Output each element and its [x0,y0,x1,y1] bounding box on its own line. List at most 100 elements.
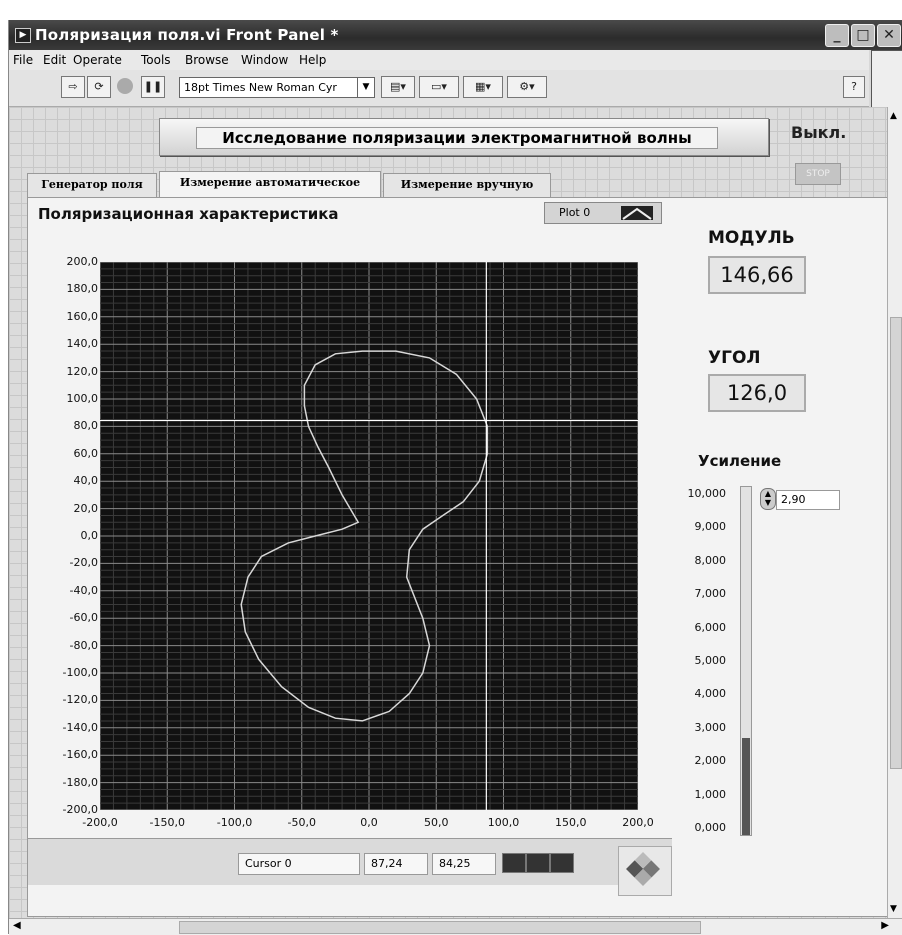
y-tick-label: 40,0 [73,474,99,488]
labview-window: ▶ Поляризация поля.vi Front Panel * _ □ … [8,20,902,935]
y-tick-label: 180,0 [66,282,99,296]
menu-file[interactable]: File [13,53,33,67]
x-tick-label: -200,0 [82,816,118,829]
gain-tick-label: 8,000 [694,553,727,567]
y-tick-label: 60,0 [73,446,99,460]
cursor-navigator-icon[interactable] [626,852,660,886]
title-button[interactable]: Исследование поляризации электромагнитно… [159,118,769,156]
cursor-move-icon[interactable] [502,853,526,873]
modul-indicator: 146,66 [708,256,806,294]
y-tick-label: -80,0 [69,638,98,652]
scroll-up-icon[interactable]: ▲ [890,111,897,121]
gain-slider-track[interactable] [740,486,752,836]
window-title: Поляризация поля.vi Front Panel * [35,26,339,44]
y-tick-label: 120,0 [66,364,99,378]
maximize-button[interactable]: □ [851,24,875,47]
gain-tick-label: 6,000 [694,620,727,634]
plot-legend-swatch [621,206,653,220]
run-icon[interactable]: ⇨ [61,76,85,98]
gain-increment-icon[interactable]: ▲ ▼ [760,488,776,510]
x-tick-label: 100,0 [487,816,520,829]
cursor-y-value: 84,25 [432,853,496,875]
menu-help[interactable]: Help [299,53,326,67]
tab-manual-measurement[interactable]: Измерение вручную [383,173,551,197]
menu-tools[interactable]: Tools [141,53,171,67]
y-tick-label: 200,0 [66,255,99,268]
title-bar: ▶ Поляризация поля.vi Front Panel * _ □ … [9,20,902,50]
scroll-left-icon[interactable]: ◀ [13,920,21,931]
help-icon[interactable]: ? [843,76,865,98]
minimize-button[interactable]: _ [825,24,849,47]
gain-value-field[interactable]: 2,90 [776,490,840,510]
cursor-lock-icon[interactable] [550,853,574,873]
x-tick-label: -100,0 [216,816,253,829]
font-selector[interactable]: 18pt Times New Roman Cyr ▼ [179,77,375,98]
y-tick-label: -40,0 [69,583,98,597]
modul-label: МОДУЛЬ [708,228,795,248]
y-tick-label: 100,0 [66,392,99,405]
scroll-down-icon[interactable]: ▼ [890,904,897,914]
x-tick-label: 200,0 [622,816,654,829]
chart-title: Поляризационная характеристика [38,205,339,223]
y-tick-label: 80,0 [73,419,99,433]
labview-app-icon: ▶ [15,28,31,43]
y-tick-label: 20,0 [73,501,99,515]
menu-browse[interactable]: Browse [185,53,229,67]
plot-area[interactable] [99,261,639,811]
cursor-x-value: 87,24 [364,853,428,875]
abort-icon[interactable] [113,76,137,98]
menu-bar: File Edit Operate Tools Browse Window He… [9,50,869,70]
run-continuously-icon[interactable]: ⟳ [87,76,111,98]
y-tick-label: -60,0 [69,611,98,625]
y-tick-label: -120,0 [62,693,98,707]
y-tick-label: 160,0 [66,309,99,323]
y-tick-label: -180,0 [62,775,98,789]
reorder-icon[interactable]: ⚙▾ [507,76,547,98]
x-tick-label: -50,0 [287,816,316,829]
gain-tick-label: 1,000 [694,787,727,801]
connector-pane-icon[interactable] [871,50,902,110]
menu-operate[interactable]: Operate [73,53,122,67]
plot-svg [99,261,639,811]
x-tick-label: -150,0 [149,816,185,829]
gain-tick-label: 7,000 [694,587,727,601]
pause-icon[interactable]: ❚❚ [141,76,165,98]
tab-auto-measurement[interactable]: Измерение автоматическое [159,171,381,197]
x-tick-label: 0,0 [360,816,378,829]
y-tick-label: -200,0 [62,803,98,816]
xy-graph: 200,0 180,0 160,0 140,0 120,0 100,0 80,0 60,0 40… [28,228,672,848]
gain-tick-label: 0,000 [694,821,727,834]
scroll-right-icon[interactable]: ▶ [881,920,889,931]
horizontal-scroll-thumb[interactable] [179,921,701,934]
cursor-name[interactable]: Cursor 0 [238,853,360,875]
gain-tick-label: 10,000 [687,487,727,500]
vertical-scrollbar[interactable]: ▲ ▼ [887,107,902,918]
align-objects-icon[interactable]: ▤▾ [381,76,415,98]
plot-legend[interactable]: Plot 0 [544,202,662,224]
vertical-scroll-thumb[interactable] [890,317,902,769]
front-panel: Исследование поляризации электромагнитно… [9,107,889,918]
font-selector-value: 18pt Times New Roman Cyr [184,81,337,94]
y-tick-label: -20,0 [69,556,98,570]
gain-tick-label: 9,000 [694,520,727,534]
menu-window[interactable]: Window [241,53,288,67]
stop-button[interactable]: STOP [795,163,841,185]
resize-objects-icon[interactable]: ▦▾ [463,76,503,98]
x-tick-label: 150,0 [555,816,587,829]
menu-edit[interactable]: Edit [43,53,66,67]
y-tick-label: 0,0 [80,529,99,542]
angle-label: УГОЛ [708,348,761,368]
cursor-legend: Cursor 0 87,24 84,25 [28,838,672,885]
cursor-style-icon[interactable] [526,853,550,873]
gain-label: Усиление [698,452,782,470]
close-button[interactable]: ✕ [877,24,901,47]
horizontal-scrollbar[interactable]: ◀ ▶ [9,918,902,935]
tab-field-generator[interactable]: Генератор поля [27,173,157,197]
angle-indicator: 126,0 [708,374,806,412]
x-tick-label: 50,0 [424,816,449,829]
graph-palette[interactable] [618,846,672,896]
toolbar: ⇨ ⟳ ❚❚ 18pt Times New Roman Cyr ▼ ▤▾ ▭▾ ▦… [9,70,869,107]
gain-slider-fill [742,738,750,835]
distribute-objects-icon[interactable]: ▭▾ [419,76,459,98]
gain-tick-label: 5,000 [694,654,727,667]
